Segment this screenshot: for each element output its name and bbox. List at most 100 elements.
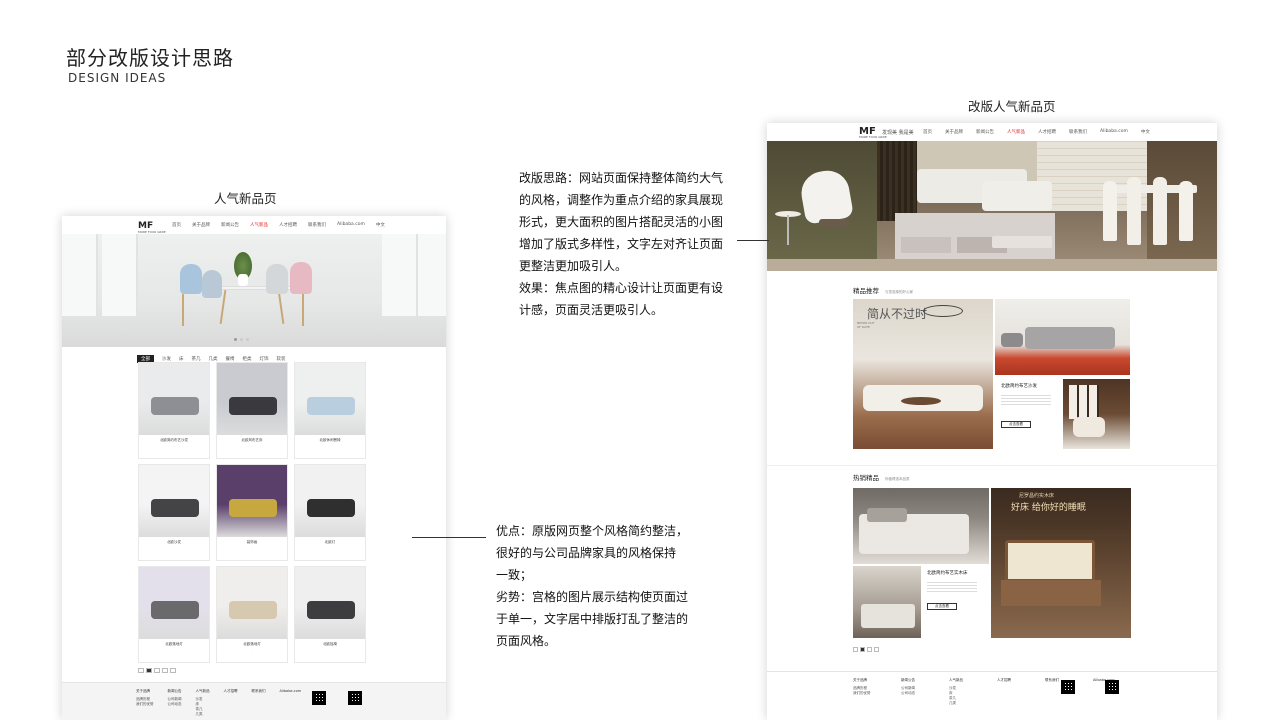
pager-1[interactable] bbox=[853, 647, 858, 652]
footer-link[interactable]: 几类 bbox=[949, 701, 973, 706]
nav-link-0[interactable]: 首页 bbox=[172, 222, 181, 228]
redesign-note-line: 改版思路：网站页面保持整体简约大气 bbox=[519, 171, 724, 185]
nav-link-1[interactable]: 关于品牌 bbox=[192, 222, 210, 228]
product-card[interactable]: 北欧风布艺床 · bbox=[216, 362, 288, 459]
old-page-caption: 人气新品页 bbox=[214, 191, 277, 206]
product-desc: · bbox=[173, 444, 175, 448]
pager-next[interactable] bbox=[170, 668, 176, 673]
footer-col-head[interactable]: 人才招聘 bbox=[224, 689, 238, 694]
new-page-navbar: MF MORE FOUR GRDE 发现美 我是美 首页 关于品牌 新闻公告 人气新品… bbox=[767, 123, 1217, 141]
footer-col: 关于品牌 品牌历程 我们的优势 bbox=[853, 678, 877, 706]
product-card[interactable]: 北欧休闲餐椅 · bbox=[294, 362, 366, 459]
featured-image-chair[interactable] bbox=[1063, 379, 1130, 449]
footer-col-head[interactable]: 人才招聘 bbox=[997, 678, 1021, 683]
footer-link[interactable]: 公司动态 bbox=[168, 702, 182, 707]
product-card[interactable]: 北欧落地灯 · bbox=[138, 566, 210, 663]
pager-prev[interactable] bbox=[138, 668, 144, 673]
product-image bbox=[139, 465, 209, 537]
original-note-line: 劣势：宫格的图片展示结构使页面过 bbox=[496, 590, 689, 604]
footer-link[interactable]: 公司动态 bbox=[901, 691, 925, 696]
nav-link-1[interactable]: 关于品牌 bbox=[945, 129, 963, 135]
qr-code-icon bbox=[1105, 680, 1119, 694]
nav-link-4[interactable]: 人才招聘 bbox=[279, 222, 297, 228]
product-image bbox=[295, 465, 365, 537]
redesign-note-line: 效果：焦点图的精心设计让页面更有设 bbox=[519, 281, 724, 295]
footer-col: 人才招聘 bbox=[224, 689, 238, 717]
footer-col-head[interactable]: Alibaba.com bbox=[280, 689, 302, 693]
product-desc: · bbox=[329, 546, 331, 550]
nav-link-6[interactable]: Alibaba.com bbox=[337, 222, 365, 228]
new-hero-banner bbox=[767, 141, 1217, 271]
original-note-line: 优点：原版网页整个风格简约整洁， bbox=[496, 524, 689, 538]
product-desc: · bbox=[251, 444, 253, 448]
old-hero-banner bbox=[62, 234, 446, 347]
product-title: 北欧落地灯 bbox=[243, 642, 261, 646]
nav-link-6[interactable]: Alibaba.com bbox=[1100, 129, 1128, 135]
pager-4[interactable] bbox=[874, 647, 879, 652]
old-page-navbar: MF MORE FOUR GRDE 首页 关于品牌 新闻公告 人气新品 人才招聘 联系我们… bbox=[62, 216, 446, 234]
featured-image-sofa-grey[interactable] bbox=[995, 299, 1130, 375]
product-title: 装饰画 bbox=[246, 540, 258, 544]
footer-col-head[interactable]: 新闻公告 bbox=[901, 678, 925, 683]
product-image bbox=[139, 363, 209, 435]
pager-3[interactable] bbox=[162, 668, 168, 673]
product-card[interactable]: 北欧灯 · bbox=[294, 464, 366, 561]
featured-product-card[interactable]: 北欧简约布艺沙发 bbox=[995, 379, 1061, 449]
product-card[interactable]: 北欧沙发 · bbox=[138, 464, 210, 561]
footer-link[interactable]: 我们的优势 bbox=[853, 691, 877, 696]
product-card[interactable]: 北欧简约布艺沙发 · bbox=[138, 362, 210, 459]
redesign-note-line: 计感，页面灵活更吸引人。 bbox=[519, 303, 664, 317]
product-title: 北欧简约布艺沙发 bbox=[160, 438, 188, 442]
old-product-grid: 北欧简约布艺沙发 · 北欧风布艺床 · 北欧休闲餐椅 · 北欧沙发 · 装饰画 · 北欧灯 · 北欧落地… bbox=[138, 362, 366, 663]
redesign-note-line: 更整洁更加吸引人。 bbox=[519, 259, 628, 273]
product-card[interactable]: 装饰画 · bbox=[216, 464, 288, 561]
qr-code-icon bbox=[1061, 680, 1075, 694]
nav-link-7[interactable]: 中文 bbox=[1141, 129, 1150, 135]
footer-col: Alibaba.com bbox=[280, 689, 302, 717]
product-card[interactable]: 北欧摇椅 · bbox=[294, 566, 366, 663]
product-image bbox=[217, 363, 287, 435]
footer-col-head[interactable]: 新闻公告 bbox=[168, 689, 182, 694]
nav-link-5[interactable]: 联系我们 bbox=[1069, 129, 1087, 135]
featured-more-button[interactable]: 点击查看 bbox=[1001, 421, 1031, 428]
footer-col-head[interactable]: 人气新品 bbox=[949, 678, 973, 683]
pager-2[interactable] bbox=[154, 668, 160, 673]
nav-link-3[interactable]: 人气新品 bbox=[1007, 129, 1025, 135]
featured-poster-image[interactable]: 简从不过时 NEVER OUT OF DATE bbox=[853, 299, 993, 449]
old-nav-links: 首页 关于品牌 新闻公告 人气新品 人才招聘 联系我们 Alibaba.com 中文 bbox=[172, 222, 385, 228]
product-image bbox=[295, 567, 365, 639]
nav-link-5[interactable]: 联系我们 bbox=[308, 222, 326, 228]
footer-col-head[interactable]: 联系我们 bbox=[252, 689, 266, 694]
nav-link-2[interactable]: 新闻公告 bbox=[976, 129, 994, 135]
footer-col: 人才招聘 bbox=[997, 678, 1021, 706]
hot-more-button[interactable]: 点击查看 bbox=[927, 603, 957, 610]
product-image bbox=[217, 567, 287, 639]
nav-link-3[interactable]: 人气新品 bbox=[250, 222, 268, 228]
nav-link-7[interactable]: 中文 bbox=[376, 222, 385, 228]
footer-col-head[interactable]: 关于品牌 bbox=[136, 689, 154, 694]
hot-banner-image[interactable]: 尼罗昌约实木床 好床 给你好的睡眠 bbox=[991, 488, 1131, 638]
new-nav-links: 首页 关于品牌 新闻公告 人气新品 人才招聘 联系我们 Alibaba.com 中文 bbox=[923, 129, 1150, 135]
hot-product-card[interactable]: 北欧简约布艺实木床 bbox=[923, 566, 989, 638]
nav-link-0[interactable]: 首页 bbox=[923, 129, 932, 135]
footer-link[interactable]: 几类 bbox=[196, 712, 210, 717]
footer-link[interactable]: 我们的优势 bbox=[136, 702, 154, 707]
pager-1[interactable] bbox=[146, 668, 152, 673]
pager-3[interactable] bbox=[867, 647, 872, 652]
footer-col-head[interactable]: 关于品牌 bbox=[853, 678, 877, 683]
old-page-logo[interactable]: MF MORE FOUR GRDE bbox=[138, 221, 166, 234]
nav-link-4[interactable]: 人才招聘 bbox=[1038, 129, 1056, 135]
nav-link-2[interactable]: 新闻公告 bbox=[221, 222, 239, 228]
footer-col: 人气新品 沙发床茶几 几类 bbox=[949, 678, 973, 706]
product-card[interactable]: 北欧落地灯 · bbox=[216, 566, 288, 663]
hot-image-bed-small[interactable] bbox=[853, 566, 921, 638]
old-footer: 关于品牌 品牌历程 我们的优势 新闻公告 公司新闻 公司动态 人气新品 沙发床茶几 几类 人才招聘… bbox=[62, 682, 446, 720]
product-title: 北欧风布艺床 bbox=[241, 438, 263, 442]
hot-image-bed[interactable] bbox=[853, 488, 989, 564]
redesign-note-line: 增加了版式多样性，文字左对齐让页面 bbox=[519, 237, 724, 251]
footer-col-head[interactable]: 人气新品 bbox=[196, 689, 210, 694]
qr-code-icon bbox=[348, 691, 362, 705]
original-note-line: 于单一，文字居中排版打乱了整洁的 bbox=[496, 612, 689, 626]
new-pager bbox=[853, 647, 879, 652]
pager-2[interactable] bbox=[860, 647, 865, 652]
